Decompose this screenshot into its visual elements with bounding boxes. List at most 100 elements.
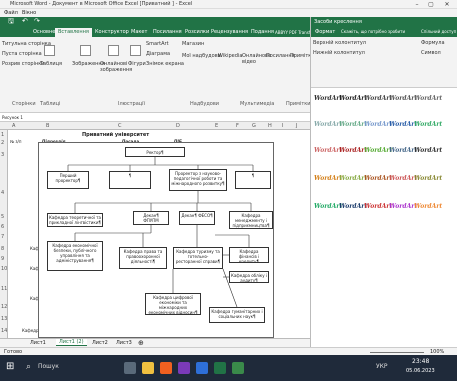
- wordart-style[interactable]: WordArt: [364, 118, 392, 132]
- wordart-style[interactable]: WordArt: [389, 118, 417, 132]
- tab-design[interactable]: Конструктор: [92, 28, 132, 37]
- word-icon[interactable]: [196, 362, 208, 374]
- page-break-button[interactable]: Розрив сторінки: [2, 61, 45, 67]
- col-header[interactable]: J: [296, 123, 297, 129]
- row-header[interactable]: 7: [1, 234, 4, 240]
- row-header[interactable]: 3: [1, 152, 4, 158]
- tab-review[interactable]: Рецензування: [208, 28, 251, 37]
- col-header[interactable]: C: [118, 123, 122, 129]
- col-header[interactable]: H: [268, 123, 272, 129]
- row-header[interactable]: 11: [1, 286, 7, 292]
- sheet-tab[interactable]: Лист1: [30, 340, 46, 346]
- shapes-button[interactable]: Фігури: [128, 61, 146, 67]
- wordart-style[interactable]: WordArt: [314, 172, 342, 186]
- sheet-tab[interactable]: Лист3: [116, 340, 132, 346]
- online-video-button[interactable]: Онлайнове відео: [242, 53, 271, 65]
- taskbar-search[interactable]: Пошук: [38, 363, 59, 370]
- wordart-style[interactable]: WordArt: [414, 92, 442, 106]
- row-header[interactable]: 4: [1, 190, 4, 196]
- wordart-style[interactable]: WordArt: [414, 144, 442, 158]
- wordart-style[interactable]: WordArt: [314, 144, 342, 158]
- col-header[interactable]: B: [46, 123, 49, 129]
- row-header[interactable]: 1: [1, 132, 4, 138]
- wordart-style[interactable]: WordArt: [414, 172, 442, 186]
- row-header[interactable]: 2: [1, 140, 4, 146]
- firefox-icon[interactable]: [160, 362, 172, 374]
- windows-start-icon[interactable]: ⊞: [6, 361, 14, 372]
- add-sheet-icon[interactable]: ⊕: [138, 339, 144, 347]
- wordart-style[interactable]: WordArt: [314, 200, 342, 214]
- symbol-button[interactable]: Символ: [421, 50, 441, 56]
- screenshot-button[interactable]: Знімок екрана: [146, 61, 184, 67]
- row-header[interactable]: 14: [1, 328, 7, 334]
- row-header[interactable]: 8: [1, 246, 4, 252]
- col-header[interactable]: E: [215, 123, 218, 129]
- row-header[interactable]: 5: [1, 214, 4, 220]
- tell-me-input[interactable]: Скажіть, що потрібно зробити: [341, 29, 405, 34]
- header-button[interactable]: Верхній колонтитул: [313, 40, 366, 46]
- row-header[interactable]: 10: [1, 266, 7, 272]
- chart-button[interactable]: Діаграма: [146, 51, 170, 57]
- my-addins-button[interactable]: Мої надбудови: [182, 53, 221, 59]
- maximize-button[interactable]: ▢: [424, 0, 438, 9]
- tab-references[interactable]: Посилання: [150, 28, 185, 37]
- clock-time[interactable]: 23:48: [412, 358, 429, 365]
- redo-icon[interactable]: ↷: [34, 17, 40, 25]
- excel-icon[interactable]: [214, 362, 226, 374]
- row-header[interactable]: 9: [1, 256, 4, 262]
- wordart-style[interactable]: WordArt: [339, 118, 367, 132]
- col-header[interactable]: I: [282, 123, 283, 129]
- tab-format[interactable]: Формат: [315, 29, 335, 35]
- online-pictures-button[interactable]: Онлайнові зображення: [100, 61, 132, 73]
- cell-number[interactable]: № з/п: [10, 139, 22, 144]
- close-button[interactable]: ✕: [440, 0, 454, 9]
- wordart-style[interactable]: WordArt: [339, 172, 367, 186]
- online-pictures-icon[interactable]: [108, 45, 119, 56]
- search-icon[interactable]: ⌕: [26, 362, 31, 372]
- wordart-style[interactable]: WordArt: [339, 200, 367, 214]
- tab-layout[interactable]: Макет: [128, 28, 150, 37]
- wordart-style[interactable]: WordArt: [414, 118, 442, 132]
- zoom-slider[interactable]: [370, 352, 424, 353]
- col-header[interactable]: G: [252, 123, 256, 129]
- row-header[interactable]: 13: [1, 316, 7, 322]
- undo-icon[interactable]: ↶: [22, 17, 28, 25]
- table-button[interactable]: Таблиця: [40, 61, 62, 67]
- clock-date[interactable]: 05.06.2023: [406, 368, 435, 374]
- row-header[interactable]: 6: [1, 224, 4, 230]
- sheet-tab[interactable]: Лист2: [92, 340, 108, 346]
- picture-icon[interactable]: [80, 45, 91, 56]
- wordart-style[interactable]: WordArt: [389, 200, 417, 214]
- wordart-style[interactable]: WordArt: [364, 200, 392, 214]
- menu-view[interactable]: Вікно: [22, 10, 36, 16]
- wordart-style[interactable]: WordArt: [364, 144, 392, 158]
- col-header[interactable]: F: [236, 123, 239, 129]
- wikipedia-button[interactable]: Wikipedia: [218, 53, 242, 59]
- org-chart-shape[interactable]: Ректор¶ Перший проректор¶ ¶ Проректор з …: [38, 142, 274, 338]
- cell-university[interactable]: Приватний університет: [82, 132, 149, 138]
- language-indicator[interactable]: УКР: [376, 363, 388, 370]
- task-view-icon[interactable]: [124, 362, 136, 374]
- table-icon[interactable]: [44, 45, 55, 56]
- wordart-style[interactable]: WordArt: [414, 200, 442, 214]
- explorer-icon[interactable]: [142, 362, 154, 374]
- footer-button[interactable]: Нижній колонтитул: [313, 50, 365, 56]
- wordart-style[interactable]: WordArt: [339, 92, 367, 106]
- tab-insert[interactable]: Вставлення: [55, 28, 92, 37]
- store-button[interactable]: Магазин: [182, 41, 204, 47]
- sheet-tab-active[interactable]: Лист1 (2): [56, 339, 87, 346]
- app-icon[interactable]: [232, 362, 244, 374]
- wordart-style[interactable]: WordArt: [364, 92, 392, 106]
- col-header[interactable]: D: [176, 123, 180, 129]
- row-header[interactable]: 12: [1, 304, 7, 310]
- smartart-button[interactable]: SmartArt: [146, 41, 169, 47]
- wordart-style[interactable]: WordArt: [339, 144, 367, 158]
- wordart-style[interactable]: WordArt: [389, 144, 417, 158]
- wordart-style[interactable]: WordArt: [314, 92, 342, 106]
- col-header[interactable]: A: [12, 123, 15, 129]
- blank-page-button[interactable]: Пуста сторінка: [2, 51, 42, 57]
- name-box[interactable]: Рисунок 1: [2, 115, 23, 120]
- share-button[interactable]: Спільний доступ: [421, 29, 456, 34]
- wordart-style[interactable]: WordArt: [314, 118, 342, 132]
- shapes-icon[interactable]: [130, 45, 141, 56]
